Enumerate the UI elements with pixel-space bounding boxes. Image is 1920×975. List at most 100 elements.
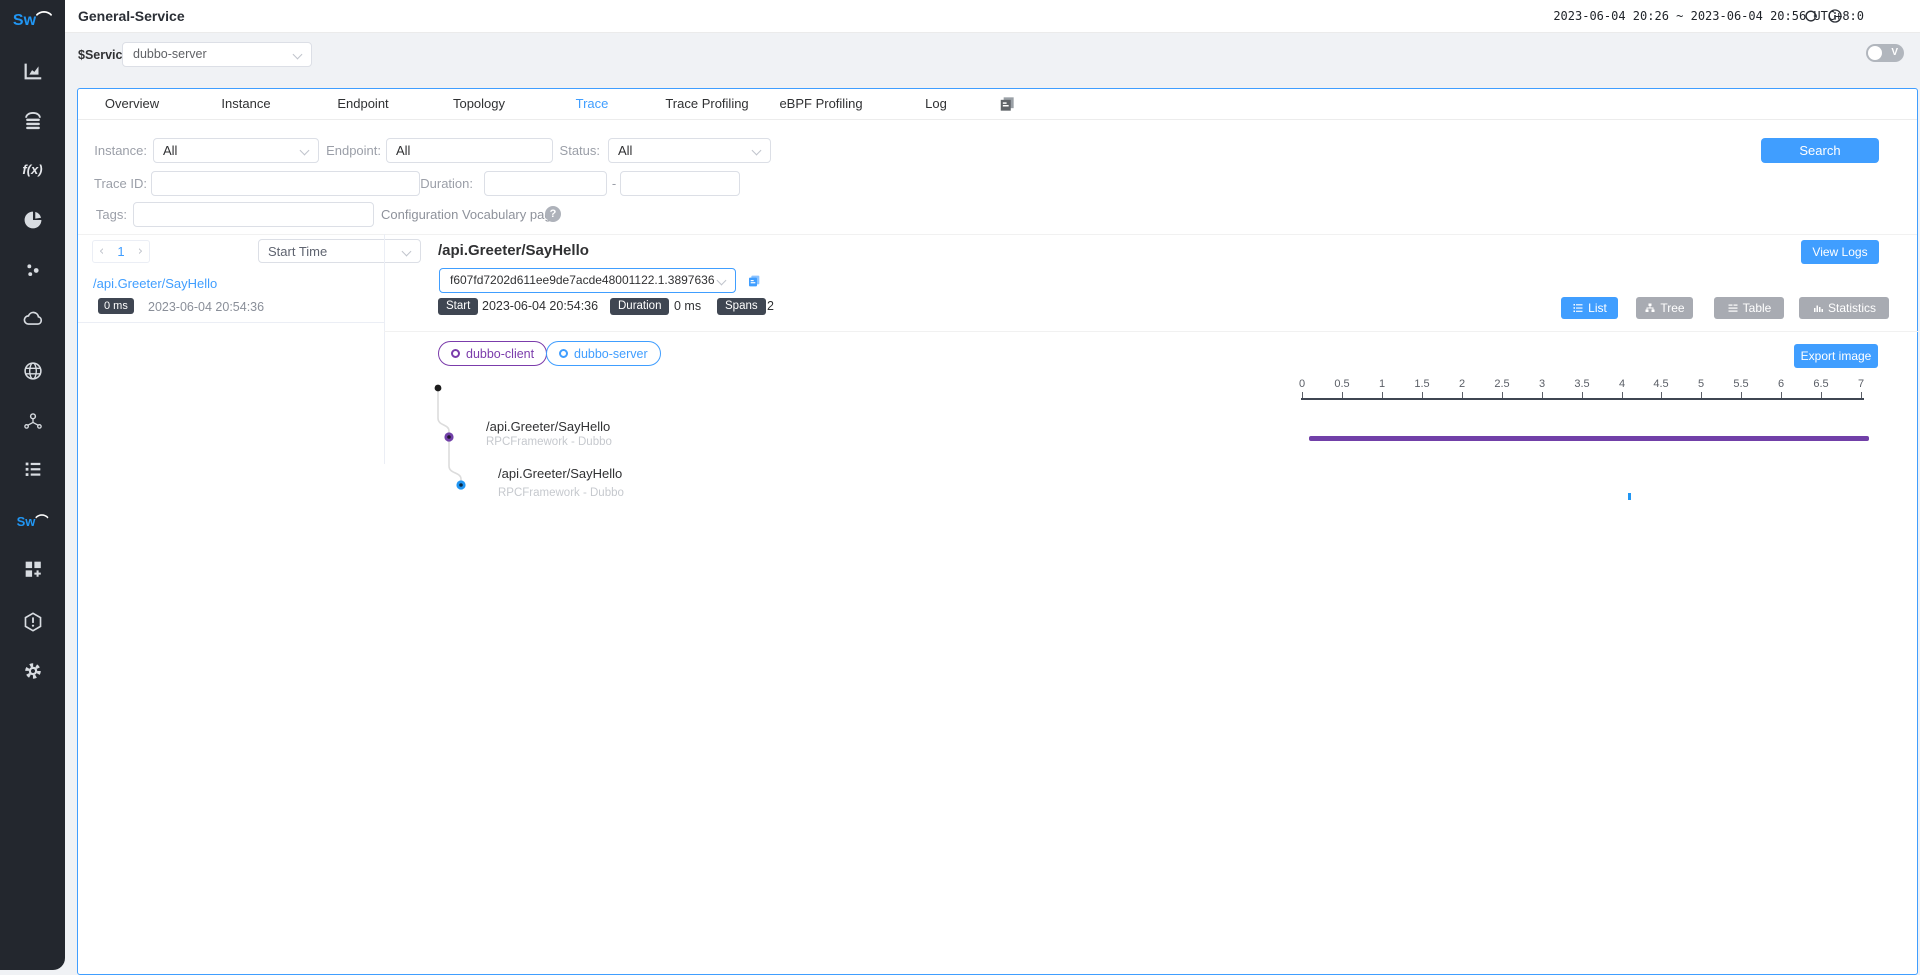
span-framework: RPCFramework - Dubbo: [498, 487, 624, 499]
trace-detail-title: /api.Greeter/SayHello: [438, 242, 589, 259]
list-view-icon: [1572, 302, 1584, 314]
tab-overview[interactable]: Overview: [105, 91, 159, 117]
sidebar-item-skywalking[interactable]: Sw⌒: [0, 511, 65, 530]
axis-tick-label: 2.5: [1494, 378, 1509, 390]
duration-filter-label: Duration:: [408, 171, 473, 196]
client-span-bar[interactable]: [1309, 436, 1869, 441]
chevron-down-icon: [752, 146, 762, 156]
span-framework: RPCFramework - Dubbo: [486, 436, 612, 448]
sidebar-item-sampling[interactable]: [0, 259, 65, 286]
page-title: General-Service: [78, 8, 185, 24]
chart-icon: [22, 60, 44, 82]
axis-tick-label: 1: [1379, 378, 1385, 390]
chevron-down-icon: [293, 50, 303, 60]
axis-tick-label: 5.5: [1733, 378, 1748, 390]
axis-tick-label: 6: [1778, 378, 1784, 390]
tab-trace-profiling[interactable]: Trace Profiling: [665, 91, 748, 117]
axis-tick-label: 3.5: [1574, 378, 1589, 390]
pagination-prev-icon[interactable]: ‹: [99, 244, 104, 259]
pagination-page-number[interactable]: 1: [117, 244, 124, 259]
copy-icon[interactable]: [997, 94, 1017, 119]
view-table-button[interactable]: Table: [1714, 297, 1784, 319]
scatter-dots-icon: [22, 259, 44, 281]
info-icon[interactable]: [1827, 8, 1843, 29]
span-name[interactable]: /api.Greeter/SayHello: [498, 466, 622, 481]
sidebar-item-dashboards[interactable]: [0, 558, 65, 585]
axis-tick-label: 0.5: [1334, 378, 1349, 390]
sidebar-item-gateway[interactable]: [0, 360, 65, 387]
duration-value: 0 ms: [674, 298, 701, 315]
gear-icon: [22, 660, 44, 682]
tab-ebpf-profiling[interactable]: eBPF Profiling: [779, 91, 862, 117]
configuration-vocabulary-link[interactable]: Configuration Vocabulary page: [381, 202, 559, 227]
duration-max-input[interactable]: [620, 171, 740, 196]
sidebar-item-browser[interactable]: [0, 209, 65, 236]
view-statistics-button[interactable]: Statistics: [1799, 297, 1889, 319]
endpoint-filter-input[interactable]: All: [386, 138, 553, 163]
axis-tick-label: 6.5: [1813, 378, 1828, 390]
sidebar-item-infrastructure[interactable]: [0, 409, 65, 436]
ui-version-toggle[interactable]: V: [1866, 44, 1904, 62]
cloud-icon: [22, 308, 44, 330]
sidebar: Sw⌒ f(x) Sw⌒: [0, 0, 65, 970]
legend-dubbo-server[interactable]: dubbo-server: [546, 341, 661, 366]
view-tree-button[interactable]: Tree: [1636, 297, 1693, 319]
tab-topology[interactable]: Topology: [453, 91, 505, 117]
sort-order-select[interactable]: Start Time: [258, 239, 421, 263]
sidebar-item-database[interactable]: [0, 109, 65, 136]
sidebar-item-menus[interactable]: [0, 458, 65, 485]
skywalking-logo-icon[interactable]: Sw⌒: [0, 6, 65, 30]
axis-tick-label: 1.5: [1414, 378, 1429, 390]
legend-dubbo-client[interactable]: dubbo-client: [438, 341, 547, 366]
pagination: ‹ 1 ›: [92, 240, 150, 263]
status-filter-select[interactable]: All: [608, 138, 771, 163]
export-image-button[interactable]: Export image: [1794, 344, 1878, 368]
refresh-icon[interactable]: [1803, 8, 1819, 29]
chevron-down-icon: [717, 276, 727, 286]
toggle-knob: [1868, 46, 1882, 60]
table-view-icon: [1727, 302, 1739, 314]
axis-tick-label: 4: [1619, 378, 1625, 390]
alert-hexagon-icon: [22, 611, 44, 633]
trace-list-item[interactable]: /api.Greeter/SayHello 0 ms 2023-06-04 20…: [78, 269, 384, 323]
chevron-down-icon: [402, 247, 412, 257]
copy-trace-id-icon[interactable]: [746, 273, 762, 294]
layers-icon: [22, 109, 44, 131]
sidebar-item-cloud[interactable]: [0, 308, 65, 335]
spans-value: 2: [767, 298, 774, 315]
trace-item-name[interactable]: /api.Greeter/SayHello: [93, 276, 217, 291]
legend-circle-icon: [451, 349, 460, 358]
start-value: 2023-06-04 20:54:36: [482, 298, 598, 315]
pagination-next-icon[interactable]: ›: [138, 244, 143, 259]
trace-id-filter-label: Trace ID:: [78, 171, 147, 196]
sidebar-item-functions[interactable]: f(x): [0, 162, 65, 177]
filters-divider: [78, 234, 1917, 235]
root-span-dot: [435, 385, 442, 392]
instance-filter-select[interactable]: All: [153, 138, 319, 163]
sidebar-item-settings[interactable]: [0, 660, 65, 687]
instance-filter-label: Instance:: [78, 138, 147, 163]
trace-id-select[interactable]: f607fd7202d611ee9de7acde48001122.1.38976…: [439, 268, 736, 293]
sidebar-item-alerting[interactable]: [0, 611, 65, 638]
search-button[interactable]: Search: [1761, 138, 1879, 163]
view-logs-button[interactable]: View Logs: [1801, 240, 1879, 264]
tab-log[interactable]: Log: [925, 91, 947, 117]
tab-instance[interactable]: Instance: [221, 91, 270, 117]
service-select[interactable]: dubbo-server: [122, 42, 312, 67]
sidebar-item-general-service[interactable]: [0, 60, 65, 87]
span-name[interactable]: /api.Greeter/SayHello: [486, 419, 610, 434]
axis-tick-label: 7: [1858, 378, 1864, 390]
axis-tick-label: 3: [1539, 378, 1545, 390]
tags-filter-input[interactable]: [133, 202, 374, 227]
help-icon[interactable]: ?: [545, 206, 561, 222]
status-filter-label: Status:: [538, 138, 600, 163]
axis-tick-label: 4.5: [1653, 378, 1668, 390]
tab-trace[interactable]: Trace: [576, 91, 609, 117]
axis-tick-label: 5: [1698, 378, 1704, 390]
server-span-bar[interactable]: [1628, 493, 1631, 500]
view-list-button[interactable]: List: [1561, 297, 1618, 319]
duration-min-input[interactable]: [484, 171, 607, 196]
trace-id-filter-input[interactable]: [151, 171, 420, 196]
toggle-label: V: [1891, 47, 1898, 58]
tab-endpoint[interactable]: Endpoint: [337, 91, 388, 117]
